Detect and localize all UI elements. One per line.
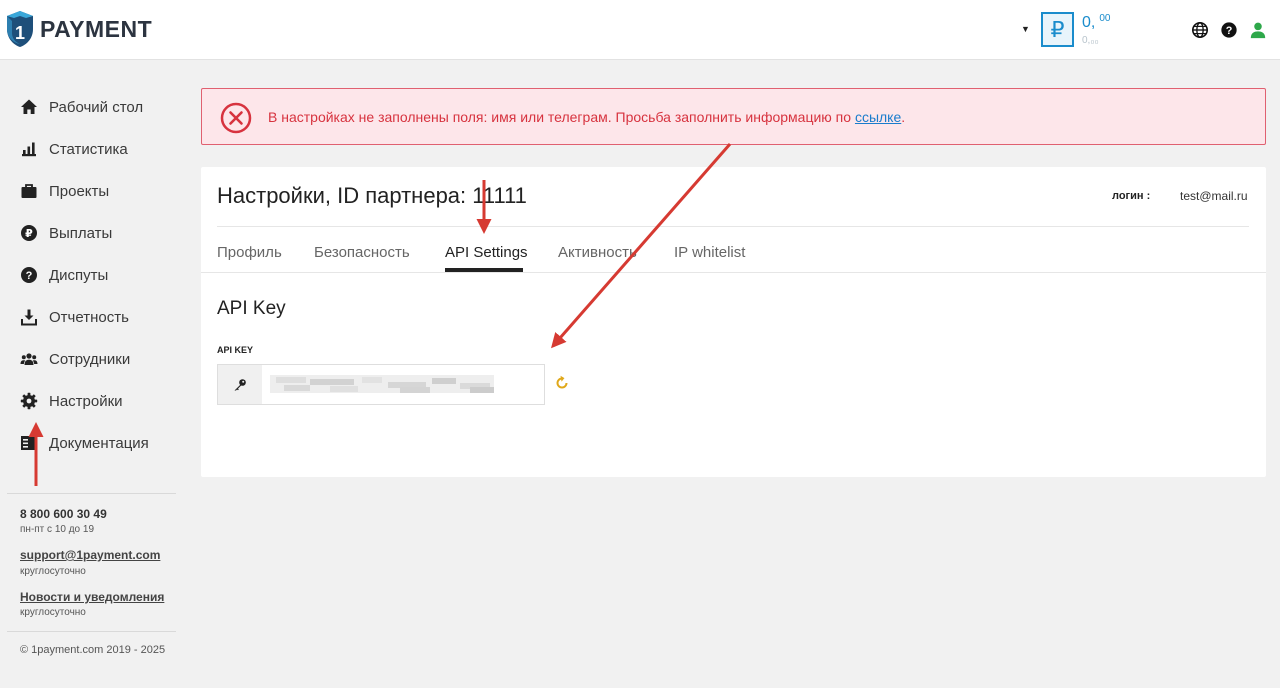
user-profile-icon[interactable] (1249, 21, 1267, 39)
support-email-link[interactable]: support@1payment.com (20, 548, 160, 562)
balance-cents: 00 (1099, 13, 1111, 24)
balance-secondary: 0,₀₀ (1082, 35, 1099, 46)
brand-name: PAYMENT (40, 15, 153, 42)
svg-text:1: 1 (15, 23, 25, 43)
currency-ruble-icon[interactable]: ₽ (1041, 12, 1074, 47)
sidebar-item-label: Статистика (49, 140, 128, 158)
login-value: test@mail.ru (1180, 189, 1248, 203)
phone-hours: пн-пт с 10 до 19 (20, 524, 95, 535)
sidebar-item-statistics[interactable]: Статистика (20, 138, 128, 160)
key-icon (218, 365, 262, 404)
sidebar-divider (7, 493, 176, 494)
login-label: логин : (1112, 190, 1151, 202)
sidebar-item-label: Проекты (49, 182, 110, 200)
currency-symbol: ₽ (1050, 16, 1065, 42)
download-icon (20, 308, 38, 326)
tab-profile[interactable]: Профиль (217, 244, 282, 261)
copyright: © 1payment.com 2019 - 2025 (20, 644, 166, 656)
home-icon (20, 98, 38, 116)
settings-card: Настройки, ID партнера: 11111 логин : te… (201, 167, 1266, 477)
support-hours: круглосуточно (20, 566, 86, 577)
sidebar-item-label: Выплаты (49, 224, 113, 242)
gear-icon (20, 392, 38, 410)
sidebar-item-dashboard[interactable]: Рабочий стол (20, 96, 143, 118)
svg-text:?: ? (1226, 25, 1233, 37)
balance-dropdown-caret[interactable]: ▼ (1021, 24, 1030, 34)
users-icon (20, 350, 38, 368)
svg-text:₽: ₽ (25, 227, 33, 240)
sidebar-item-label: Документация (49, 434, 149, 452)
alert-message: В настройках не заполнены поля: имя или … (268, 109, 905, 125)
api-key-label: API KEY (217, 345, 254, 355)
sidebar-item-label: Отчетность (49, 308, 129, 326)
active-tab-indicator (445, 268, 523, 272)
document-icon (20, 434, 38, 452)
briefcase-icon (20, 182, 38, 200)
balance-whole: 0, (1082, 14, 1096, 31)
help-icon[interactable]: ? (1220, 21, 1238, 39)
sidebar-item-employees[interactable]: Сотрудники (20, 348, 130, 370)
sidebar-item-label: Диспуты (49, 266, 109, 284)
sidebar-divider (7, 631, 176, 632)
sidebar-item-label: Настройки (49, 392, 123, 410)
page-title: Настройки, ID партнера: 11111 (217, 183, 527, 208)
refresh-icon[interactable] (553, 374, 571, 392)
sidebar-item-reports[interactable]: Отчетность (20, 306, 129, 328)
error-circle-icon (220, 102, 252, 134)
news-link[interactable]: Новости и уведомления (20, 590, 164, 604)
logo-shield-icon: 1 (7, 11, 33, 47)
settings-tabs: Профиль Безопасность API Settings Активн… (201, 227, 1266, 273)
news-hours: круглосуточно (20, 607, 86, 618)
tab-api-settings[interactable]: API Settings (445, 244, 528, 261)
globe-icon[interactable] (1191, 21, 1209, 39)
api-key-input[interactable] (268, 373, 538, 395)
question-circle-icon: ? (20, 266, 38, 284)
sidebar-item-disputes[interactable]: ? Диспуты (20, 264, 108, 286)
section-title: API Key (217, 298, 286, 319)
bar-chart-icon (20, 140, 38, 158)
svg-text:?: ? (26, 270, 33, 282)
tab-activity[interactable]: Активность (558, 244, 637, 261)
warning-alert: В настройках не заполнены поля: имя или … (201, 88, 1266, 145)
balance-amount: 0, 00 (1082, 13, 1110, 32)
alert-text: В настройках не заполнены поля: имя или … (268, 109, 855, 125)
sidebar-item-settings[interactable]: Настройки (20, 390, 123, 412)
sidebar-item-projects[interactable]: Проекты (20, 180, 109, 202)
api-key-field (217, 364, 545, 405)
sidebar-item-label: Рабочий стол (49, 98, 144, 116)
tab-ip-whitelist[interactable]: IP whitelist (674, 244, 745, 261)
support-phone[interactable]: 8 800 600 30 49 (20, 507, 107, 521)
tab-security[interactable]: Безопасность (314, 244, 410, 261)
sidebar-item-label: Сотрудники (49, 350, 131, 368)
ruble-circle-icon: ₽ (20, 224, 38, 242)
sidebar: Рабочий стол Статистика Проекты ₽ Выплат… (0, 61, 190, 688)
alert-suffix: . (901, 109, 906, 125)
logo[interactable]: 1 PAYMENT (4, 9, 152, 49)
top-header: 1 PAYMENT ▼ ₽ 0, 00 0,₀₀ ? (0, 0, 1280, 60)
sidebar-item-documentation[interactable]: Документация (20, 432, 149, 454)
alert-settings-link[interactable]: ссылке (855, 109, 901, 125)
sidebar-item-payouts[interactable]: ₽ Выплаты (20, 222, 112, 244)
